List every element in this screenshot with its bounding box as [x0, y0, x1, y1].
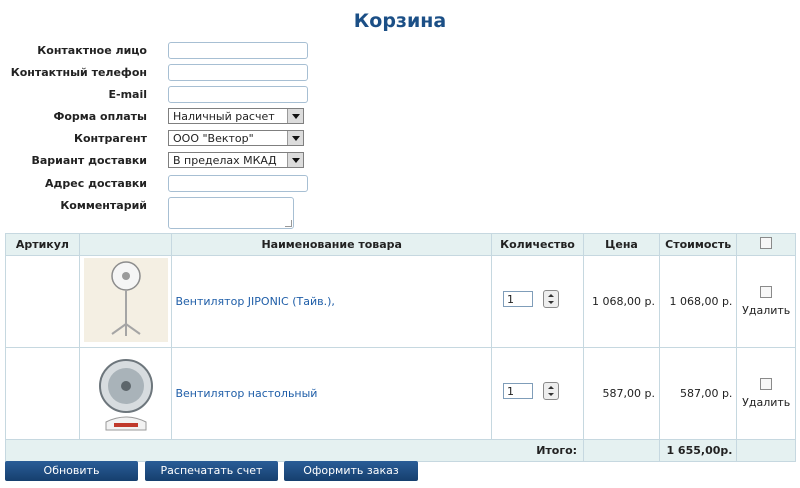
- comment-label: Комментарий: [60, 199, 147, 212]
- article-cell: [5, 347, 80, 440]
- place-order-button[interactable]: Оформить заказ: [284, 461, 418, 481]
- email-row: E-mail: [0, 86, 800, 106]
- payment-select[interactable]: Наличный расчет: [168, 108, 304, 124]
- total-value: 1 655,00р.: [658, 439, 738, 462]
- contact-person-label: Контактное лицо: [37, 44, 147, 57]
- stepper-arrows-icon[interactable]: [542, 382, 559, 400]
- contact-person-input[interactable]: [168, 42, 308, 59]
- page-title: Корзина: [353, 10, 447, 32]
- quantity-input[interactable]: 1: [502, 383, 533, 399]
- header-cost: Стоимость: [658, 233, 738, 256]
- delete-label: Удалить: [742, 304, 791, 317]
- comment-row: Комментарий: [0, 197, 800, 229]
- total-row: Итого: 1 655,00р.: [4, 439, 796, 462]
- cost-cell: 587,00 р.: [658, 347, 738, 440]
- table-row: Вентилятор JIPONIC (Тайв.), 1 1 068,00 р…: [5, 255, 796, 348]
- cost-cell: 1 068,00 р.: [658, 255, 738, 348]
- table-header-row: Артикул Наименование товара Количество Ц…: [5, 233, 796, 256]
- counterparty-row: Контрагент ООО "Вектор": [0, 130, 800, 150]
- delete-label: Удалить: [742, 396, 791, 409]
- select-all-checkbox[interactable]: [760, 237, 773, 249]
- update-button[interactable]: Обновить: [5, 461, 138, 481]
- price-cell: 1 068,00 р.: [583, 255, 660, 348]
- phone-label: Контактный телефон: [10, 66, 147, 79]
- address-row: Адрес доставки: [0, 175, 800, 195]
- total-spacer: [736, 439, 796, 462]
- quantity-stepper[interactable]: 1: [502, 382, 563, 402]
- payment-value: Наличный расчет: [173, 110, 275, 123]
- product-name-cell: Вентилятор JIPONIC (Тайв.),: [171, 255, 492, 348]
- quantity-stepper[interactable]: 1: [502, 290, 563, 310]
- delivery-row: Вариант доставки В пределах МКАД: [0, 152, 800, 172]
- delivery-value: В пределах МКАД: [173, 154, 277, 167]
- counterparty-label: Контрагент: [73, 132, 147, 145]
- product-image-cell: [78, 347, 173, 440]
- price-cell: 587,00 р.: [583, 347, 660, 440]
- total-spacer: [583, 439, 660, 462]
- counterparty-select[interactable]: ООО "Вектор": [168, 130, 304, 146]
- chevron-down-icon[interactable]: [287, 131, 303, 145]
- address-input[interactable]: [168, 175, 308, 192]
- phone-input[interactable]: [168, 64, 308, 81]
- product-link[interactable]: Вентилятор настольный: [175, 387, 317, 400]
- desk-fan-image[interactable]: [83, 350, 168, 434]
- product-image-cell: [78, 255, 173, 348]
- table-row: Вентилятор настольный 1 587,00 р. 587,00…: [5, 347, 796, 440]
- chevron-down-icon[interactable]: [287, 153, 303, 167]
- address-label: Адрес доставки: [45, 177, 147, 190]
- product-link[interactable]: Вентилятор JIPONIC (Тайв.),: [175, 295, 334, 308]
- header-quantity: Количество: [490, 233, 585, 256]
- phone-row: Контактный телефон: [0, 64, 800, 84]
- email-input[interactable]: [168, 86, 308, 103]
- email-label: E-mail: [108, 88, 147, 101]
- payment-row: Форма оплаты Наличный расчет: [0, 108, 800, 128]
- payment-label: Форма оплаты: [53, 110, 147, 123]
- chevron-down-icon[interactable]: [287, 109, 303, 123]
- quantity-input[interactable]: 1: [502, 291, 533, 307]
- delete-checkbox[interactable]: [760, 286, 773, 298]
- delete-checkbox[interactable]: [760, 378, 773, 390]
- total-label: Итого:: [4, 439, 585, 462]
- header-select-all: [736, 233, 796, 256]
- delete-cell: Удалить: [736, 255, 796, 348]
- quantity-cell: 1: [490, 347, 585, 440]
- stepper-arrows-icon[interactable]: [542, 290, 559, 308]
- delivery-label: Вариант доставки: [31, 154, 147, 167]
- header-name: Наименование товара: [171, 233, 492, 256]
- contact-person-row: Контактное лицо: [0, 42, 800, 62]
- quantity-cell: 1: [490, 255, 585, 348]
- header-price: Цена: [583, 233, 660, 256]
- product-name-cell: Вентилятор настольный: [171, 347, 492, 440]
- comment-textarea[interactable]: [168, 197, 294, 229]
- article-cell: [5, 255, 80, 348]
- delivery-select[interactable]: В пределах МКАД: [168, 152, 304, 168]
- stand-fan-image[interactable]: [83, 258, 168, 342]
- cart-table: Артикул Наименование товара Количество Ц…: [4, 233, 796, 462]
- header-image: [78, 233, 173, 256]
- header-article: Артикул: [5, 233, 80, 256]
- counterparty-value: ООО "Вектор": [173, 132, 254, 145]
- delete-cell: Удалить: [736, 347, 796, 440]
- print-invoice-button[interactable]: Распечатать счет: [145, 461, 278, 481]
